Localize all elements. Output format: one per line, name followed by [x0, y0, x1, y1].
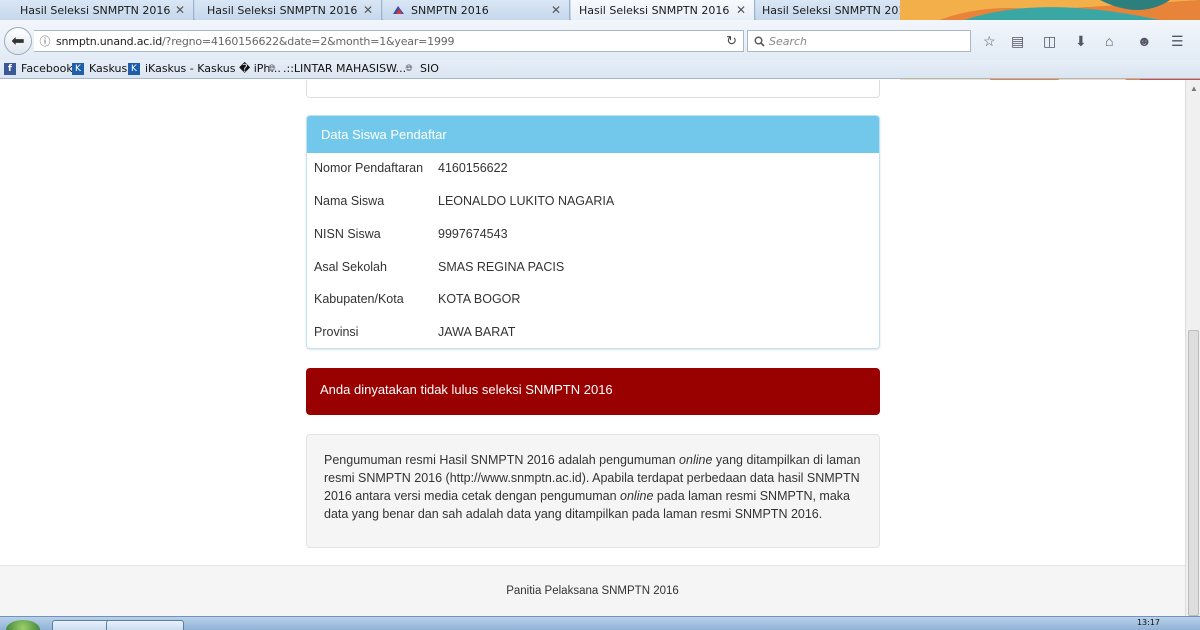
close-icon[interactable]: ✕ [736, 3, 746, 17]
globe-icon: 🌐︎ [405, 63, 413, 74]
taskbar-button-firefox[interactable] [106, 620, 184, 630]
info-icon[interactable]: ⓘ [34, 33, 56, 49]
tab-hasil-seleksi-2[interactable]: Hasil Seleksi SNMPTN 2016 ✕ [195, 0, 382, 20]
chat-icon[interactable]: ☻ [1137, 33, 1152, 49]
student-data-panel: Data Siswa Pendaftar Nomor Pendaftaran 4… [306, 115, 880, 349]
search-placeholder: Search [769, 34, 808, 48]
star-icon[interactable]: ☆ [983, 33, 996, 50]
field-label: Asal Sekolah [314, 260, 387, 274]
result-alert: Anda dinyatakan tidak lulus seleksi SNMP… [306, 368, 880, 415]
tab-title: SNMPTN 2016 [411, 3, 489, 17]
previous-panel-bottom [306, 80, 880, 98]
field-row: Nama Siswa LEONALDO LUKITO NAGARIA [314, 194, 614, 208]
field-row: NISN Siswa 9997674543 [314, 227, 508, 241]
clock: 13:17 [1136, 618, 1160, 627]
tab-title: Hasil Seleksi SNMPTN 2016 [579, 3, 730, 17]
reload-icon[interactable]: ↻ [726, 33, 737, 49]
bookmarks-toolbar: f Facebook K Kaskus K iKaskus - Kaskus �… [0, 60, 1200, 79]
bookmark-sio[interactable]: 🌐︎ SIO [403, 62, 439, 75]
bookmark-lintar-mahasiswa[interactable]: 🌐︎ .::LINTAR MAHASISW... [266, 62, 406, 75]
bookmark-label: .::LINTAR MAHASISW... [283, 62, 407, 75]
globe-icon: 🌐︎ [268, 63, 276, 74]
tab-hasil-seleksi-5[interactable]: Hasil Seleksi SNMPTN 2016 [756, 0, 906, 20]
home-icon[interactable]: ⌂ [1105, 33, 1113, 49]
back-button[interactable]: ⬅ [4, 27, 32, 55]
field-label: Provinsi [314, 325, 359, 339]
bookmark-label: Facebook [21, 62, 73, 75]
bookmark-facebook[interactable]: f Facebook [4, 62, 73, 75]
windows-taskbar: 13:17 [0, 616, 1200, 630]
field-value: 4160156622 [438, 161, 508, 175]
tab-title: Hasil Seleksi SNMPTN 2016 [762, 3, 906, 17]
field-value: 9997674543 [438, 227, 508, 241]
bookmark-label: Kaskus [89, 62, 128, 75]
field-row: Asal Sekolah SMAS REGINA PACIS [314, 260, 564, 274]
tab-snmptn[interactable]: SNMPTN 2016 ✕ [383, 0, 570, 20]
arrow-left-icon: ⬅ [11, 33, 25, 50]
tab-title: Hasil Seleksi SNMPTN 2016 [207, 3, 358, 17]
navigation-toolbar: ⬅ ⓘ snmptn.unand.ac.id/?regno=4160156622… [0, 20, 1200, 60]
field-row: Provinsi JAWA BARAT [314, 325, 515, 339]
field-value: SMAS REGINA PACIS [438, 260, 565, 274]
bookmarks-list-icon[interactable]: ▤ [1011, 33, 1024, 50]
tab-hasil-seleksi-active[interactable]: Hasil Seleksi SNMPTN 2016 ✕ [571, 0, 755, 20]
close-icon[interactable]: ✕ [175, 3, 185, 17]
page-viewport: Data Siswa Pendaftar Nomor Pendaftaran 4… [0, 80, 1185, 616]
field-row: Kabupaten/Kota KOTA BOGOR [314, 292, 520, 306]
notice-emphasis: online [679, 453, 713, 467]
bookmark-kaskus[interactable]: K Kaskus [72, 62, 127, 75]
url-path: /?regno=4160156622&date=2&month=1&year=1… [162, 34, 455, 48]
notice-text: Pengumuman resmi Hasil SNMPTN 2016 adala… [324, 453, 680, 467]
download-icon[interactable]: ⬇ [1075, 33, 1087, 50]
field-label: Nomor Pendaftaran [314, 161, 424, 175]
official-notice: Pengumuman resmi Hasil SNMPTN 2016 adala… [306, 434, 880, 548]
menu-icon[interactable]: ☰ [1171, 33, 1184, 50]
search-bar[interactable]: Search [747, 30, 971, 52]
close-icon[interactable]: ✕ [551, 3, 561, 17]
page-footer: Panitia Pelaksana SNMPTN 2016 [0, 565, 1185, 616]
field-label: Nama Siswa [314, 194, 385, 208]
pocket-icon[interactable]: ◫ [1043, 33, 1056, 50]
tab-title: Hasil Seleksi SNMPTN 2016 [20, 3, 171, 17]
field-label: Kabupaten/Kota [314, 292, 404, 306]
field-value: KOTA BOGOR [438, 292, 521, 306]
close-icon[interactable]: ✕ [363, 3, 373, 17]
bookmark-label: iKaskus - Kaskus � iPh... [145, 62, 281, 75]
vertical-scrollbar[interactable]: ▲ [1185, 80, 1200, 616]
search-icon [754, 36, 765, 47]
field-value: JAWA BARAT [438, 325, 516, 339]
field-row: Nomor Pendaftaran 4160156622 [314, 161, 508, 175]
field-value: LEONALDO LUKITO NAGARIA [438, 194, 615, 208]
panel-title: Data Siswa Pendaftar [307, 116, 879, 153]
bookmark-label: SIO [420, 62, 439, 75]
kaskus-icon: K [72, 62, 84, 75]
bookmark-ikaskus[interactable]: K iKaskus - Kaskus � iPh... [128, 62, 281, 75]
scrollbar-thumb[interactable] [1188, 330, 1199, 616]
tab-hasil-seleksi-1[interactable]: Hasil Seleksi SNMPTN 2016 ✕ [0, 0, 194, 20]
field-label: NISN Siswa [314, 227, 381, 241]
start-button[interactable] [6, 620, 40, 630]
facebook-icon: f [4, 62, 16, 75]
snmptn-logo-icon [393, 6, 404, 14]
scroll-up-icon[interactable]: ▲ [1190, 84, 1198, 93]
url-domain: snmptn.unand.ac.id [56, 34, 163, 48]
notice-emphasis: online [620, 489, 654, 503]
kaskus-icon: K [128, 62, 140, 75]
url-text[interactable]: snmptn.unand.ac.id/?regno=4160156622&dat… [56, 34, 455, 48]
url-bar[interactable]: ⓘ snmptn.unand.ac.id/?regno=4160156622&d… [34, 30, 744, 52]
